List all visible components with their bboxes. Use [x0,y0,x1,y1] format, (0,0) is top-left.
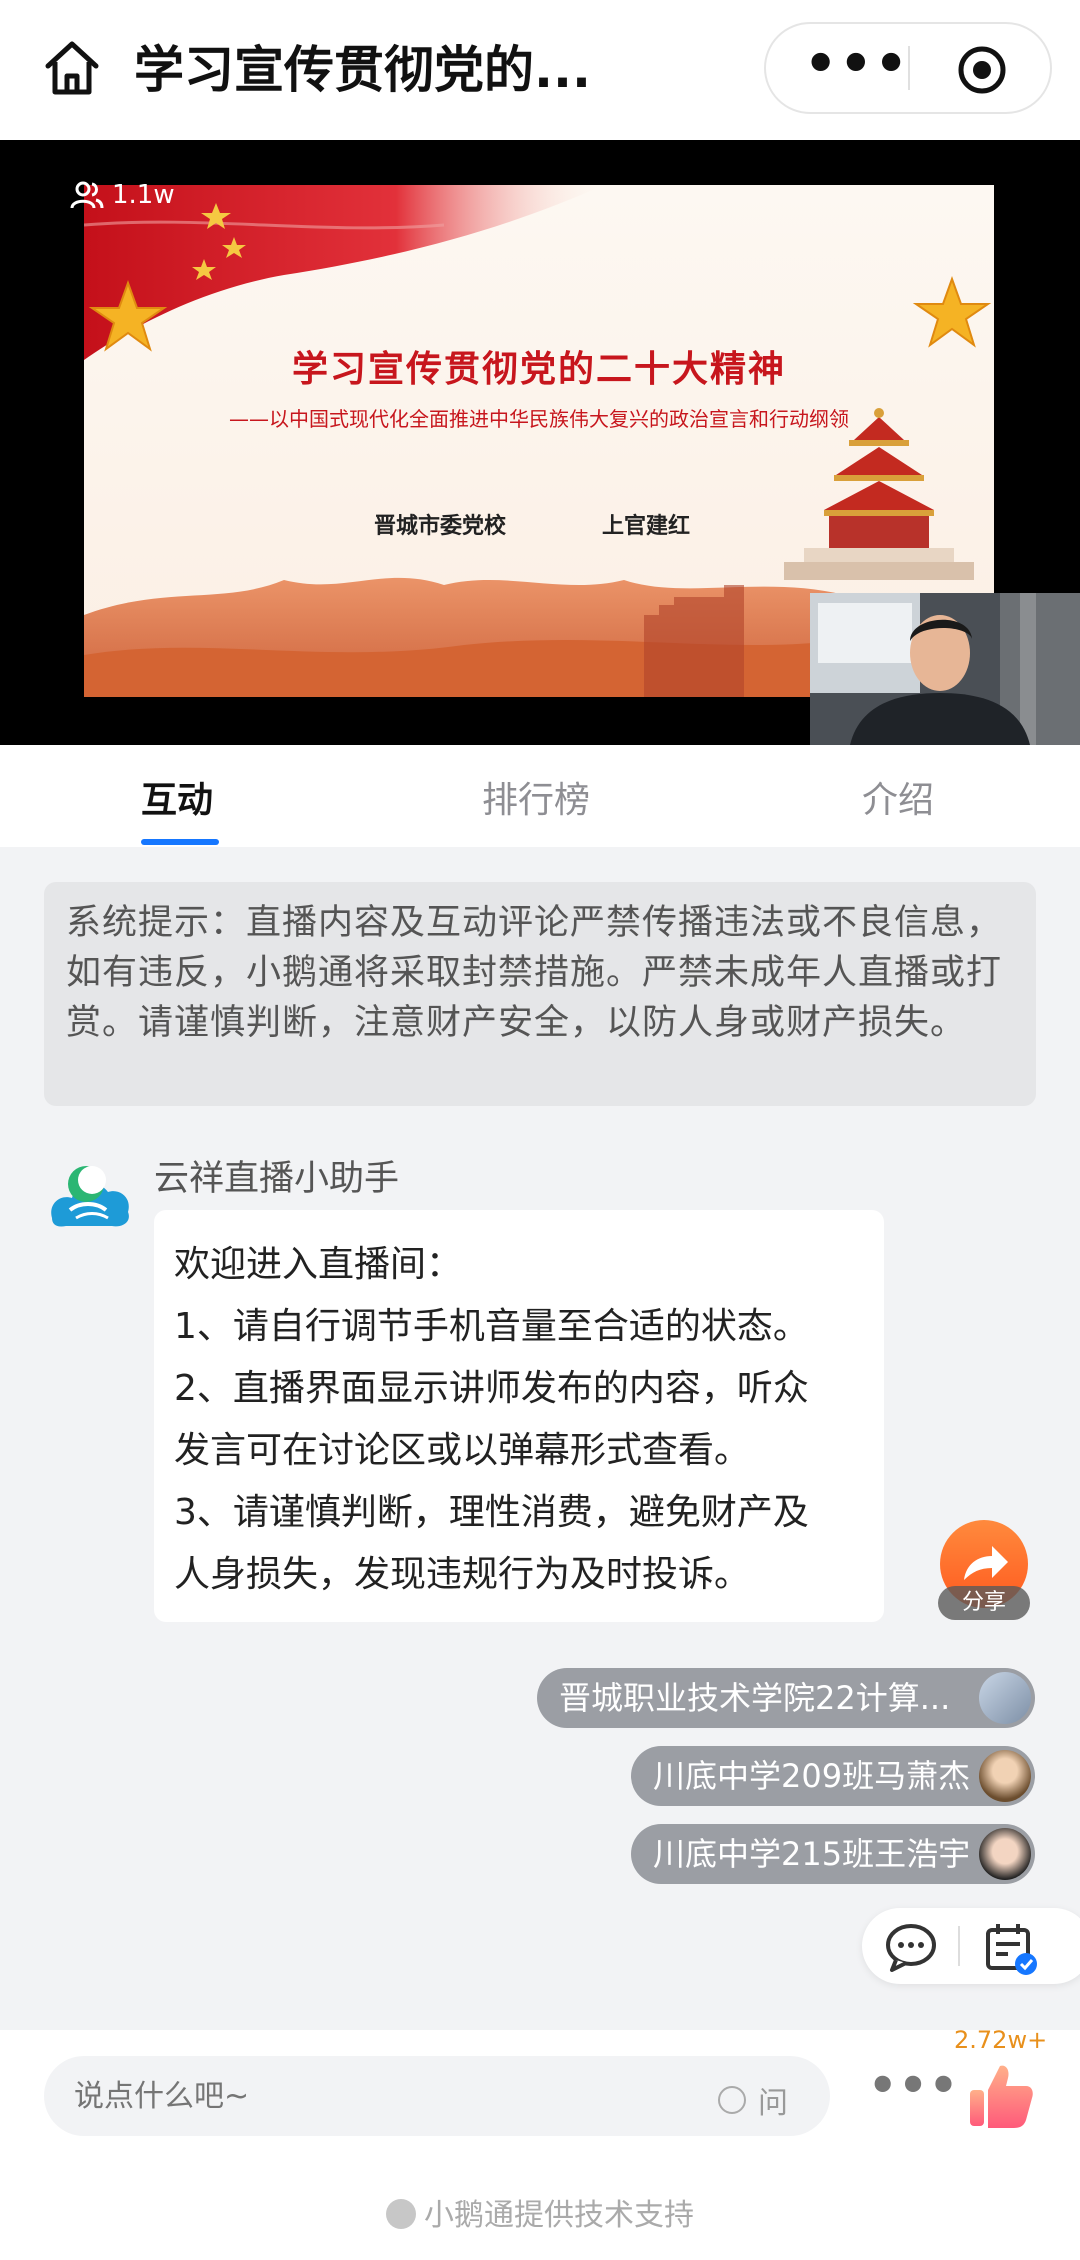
join-user-name: 晋城职业技术学院22计算... [559,1679,951,1717]
avatar [979,1750,1031,1802]
ask-question-toggle[interactable]: 问 [718,2078,788,2122]
message-line: 欢迎进入直播间： [174,1244,463,1285]
join-user-name: 川底中学215班王浩宇 [653,1835,971,1873]
assistant-message: 欢迎进入直播间： 1、请自行调节手机音量至合适的状态。 2、直播界面显示讲师发布… [154,1210,884,1622]
powered-by: 小鹅通提供技术支持 [0,2190,1080,2234]
message-line: 2、直播界面显示讲师发布的内容，听众 [174,1368,809,1409]
thumbs-up-icon[interactable] [966,2060,1034,2130]
message-line: 发言可在讨论区或以弹幕形式查看。 [174,1430,751,1471]
viewer-count: 1.1w [70,178,175,212]
mini-program-capsule: ••• [764,22,1052,114]
comment-input[interactable] [44,2056,830,2136]
tab-interact[interactable]: 互动 [141,771,213,823]
system-notice: 系统提示：直播内容及互动评论严禁传播违法或不良信息，如有违反，小鹅通将采取封禁措… [44,882,1036,1106]
radio-icon [718,2086,746,2114]
active-tab-indicator [141,839,219,845]
tab-intro[interactable]: 介绍 [862,771,934,823]
people-icon [70,181,104,209]
bottom-bar: 问 ••• 2.72w+ 小鹅通提供技术支持 [0,2026,1080,2260]
more-dots-icon[interactable]: ••• [804,38,908,92]
xiaoe-logo-icon [386,2199,416,2229]
slide-title: 学习宣传贯彻党的二十大精神 [291,349,786,390]
tab-ranking[interactable]: 排行榜 [482,771,590,823]
share-label: 分享 [938,1586,1030,1620]
top-bar: 学习宣传贯彻党的... ••• [0,0,1080,140]
avatar [979,1828,1031,1880]
toolbar-divider [958,1926,960,1966]
slide-author-name: 上官建红 [602,513,691,539]
join-notification: 川底中学215班王浩宇 [631,1824,1035,1884]
viewer-count-text: 1.1w [112,180,175,210]
home-icon[interactable] [40,36,104,100]
message-line: 1、请自行调节手机音量至合适的状态。 [174,1306,809,1347]
ask-label: 问 [758,2086,788,2121]
slide-subtitle: ——以中国式现代化全面推进中华民族伟大复兴的政治宣言和行动纲领 [229,407,849,431]
speaker-camera[interactable] [810,593,1080,745]
target-icon[interactable] [956,44,1008,96]
chat-bubble-icon[interactable] [884,1922,938,1972]
page-title: 学习宣传贯彻党的... [134,41,591,99]
live-video[interactable]: 1.1w 学习宣传贯彻党的二十大精神 ——以中国式现代化全面推进中华民族伟大复兴… [0,140,1080,745]
slide-author-org: 晋城市委党校 [374,513,507,539]
checkin-calendar-icon[interactable] [984,1920,1040,1976]
avatar [979,1672,1031,1724]
assistant-name: 云祥直播小助手 [154,1159,400,1199]
tab-bar: 互动 排行榜 介绍 [0,745,1080,847]
more-options-icon[interactable]: ••• [868,2062,958,2110]
message-line: 人身损失，发现违规行为及时投诉。 [174,1554,751,1595]
message-line: 3、请谨慎判断，理性消费，避免财产及 [174,1492,809,1533]
assistant-avatar [51,1166,129,1227]
speaker-image [810,593,1080,745]
join-notification: 川底中学209班马萧杰 [631,1746,1035,1806]
powered-by-text: 小鹅通提供技术支持 [424,2198,694,2233]
like-count: 2.72w+ [954,2026,1048,2054]
floating-toolbar [862,1908,1080,1984]
share-button[interactable]: 分享 [938,1520,1030,1620]
capsule-divider [908,46,910,90]
join-user-name: 川底中学209班马萧杰 [653,1757,971,1795]
join-notification: 晋城职业技术学院22计算... [537,1668,1035,1728]
